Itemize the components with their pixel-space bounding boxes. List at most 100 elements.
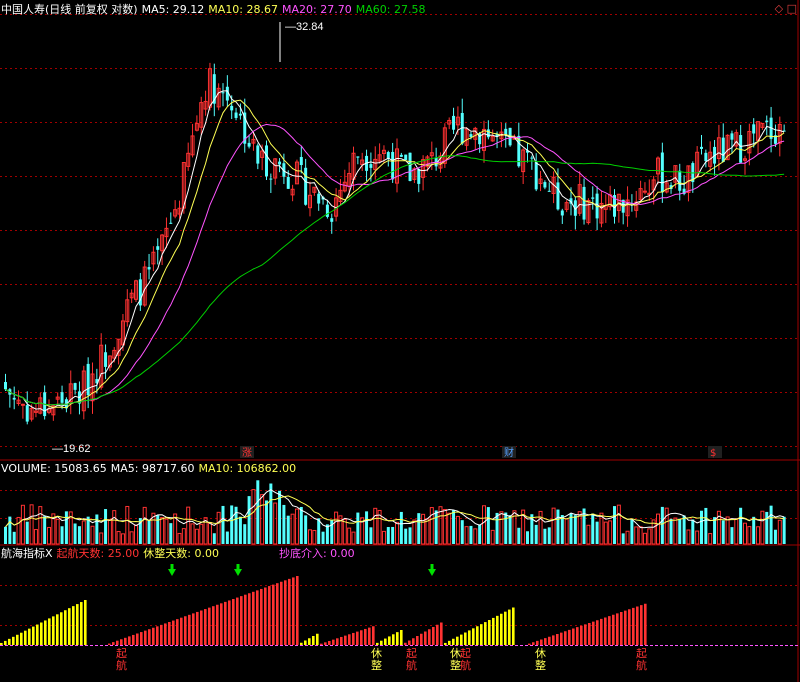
indicator-bar bbox=[188, 614, 191, 645]
volume-bar bbox=[8, 516, 12, 544]
volume-bar bbox=[365, 511, 369, 544]
indicator-header: 航海指标X 起航天数: 25.00 休整天数: 0.00 抄底介入: 0.00 bbox=[1, 547, 359, 561]
window-control-icons[interactable]: ◇ □ bbox=[775, 2, 797, 15]
volume-bar bbox=[395, 521, 399, 545]
indicator-bar bbox=[112, 642, 115, 645]
volume-header: VOLUME: 15083.65 MA5: 98717.60 MA10: 10686… bbox=[1, 462, 300, 476]
volume-bar bbox=[265, 500, 268, 544]
candle-body bbox=[469, 134, 473, 137]
indicator-bar bbox=[456, 636, 459, 645]
candle-body bbox=[399, 154, 403, 157]
volume-bar bbox=[664, 507, 669, 545]
candle-body bbox=[752, 124, 756, 134]
indicator-bar bbox=[224, 601, 227, 645]
volume-bar bbox=[447, 512, 452, 545]
ma60-line bbox=[5, 155, 785, 406]
indicator-bar bbox=[140, 632, 143, 645]
volume-bar bbox=[499, 511, 504, 545]
indicator-bar bbox=[8, 638, 11, 645]
indicator-bar bbox=[552, 635, 555, 645]
volume-bar bbox=[64, 511, 68, 544]
indicator-bar bbox=[256, 590, 259, 645]
volume-bar bbox=[312, 529, 317, 545]
indicator-bar bbox=[144, 630, 147, 645]
candle-body bbox=[4, 382, 7, 390]
indicator-bar bbox=[76, 604, 79, 645]
candle-body bbox=[286, 176, 290, 189]
indicator-bar bbox=[116, 640, 119, 645]
indicator-bar bbox=[284, 580, 287, 645]
indicator-bar bbox=[20, 632, 23, 645]
volume-bar bbox=[708, 533, 713, 545]
indicator-bar bbox=[568, 629, 571, 645]
indicator-bar bbox=[228, 600, 231, 645]
indicator-bar bbox=[476, 626, 479, 645]
candle-body bbox=[704, 152, 708, 162]
chaodi-legend: 抄底介入: 0.00 bbox=[278, 547, 355, 560]
volume-bar bbox=[686, 529, 691, 545]
volume-bar bbox=[129, 531, 134, 545]
volume-bar bbox=[495, 512, 499, 544]
volume-bar bbox=[782, 516, 786, 544]
volume-bar bbox=[134, 524, 138, 545]
volume-bar bbox=[625, 530, 630, 545]
volume-bar bbox=[478, 524, 482, 544]
volume-bar bbox=[104, 509, 108, 544]
indicator-bar bbox=[308, 638, 311, 645]
stock-chart[interactable]: —32.84—19.62 涨财 $起航休整起航休整起航休整起航 bbox=[0, 0, 800, 682]
volume-bar bbox=[247, 496, 251, 544]
volume-bar bbox=[455, 515, 460, 545]
candle-body bbox=[582, 186, 586, 220]
candle-body bbox=[304, 167, 308, 205]
volume-bar bbox=[243, 524, 247, 544]
indicator-bar bbox=[388, 636, 391, 645]
volume-bar bbox=[334, 511, 339, 545]
indicator-bar bbox=[316, 633, 319, 645]
ma10-legend: MA10: 28.67 bbox=[208, 3, 279, 16]
volume-bar bbox=[269, 483, 273, 544]
indicator-bar bbox=[60, 612, 63, 645]
indicator-bar bbox=[192, 613, 195, 645]
indicator-bars bbox=[0, 576, 647, 645]
indicator-bar bbox=[36, 624, 39, 645]
indicator-bar bbox=[420, 633, 423, 645]
volume-bar bbox=[730, 527, 734, 544]
buy-arrow-stem bbox=[236, 564, 240, 570]
volume-bar bbox=[160, 517, 165, 545]
indicator-bar bbox=[592, 621, 595, 645]
volume-bar bbox=[739, 507, 743, 544]
indicator-bar bbox=[484, 622, 487, 645]
indicator-bar bbox=[372, 626, 375, 645]
candle-body bbox=[560, 210, 564, 216]
candle-body bbox=[660, 152, 664, 193]
indicator-bar bbox=[72, 606, 75, 645]
volume-bar bbox=[634, 526, 639, 545]
volume-bar bbox=[660, 506, 664, 544]
indicator-bar bbox=[296, 576, 299, 645]
volume-bar bbox=[504, 512, 508, 544]
buy-arrow-icon bbox=[168, 569, 176, 576]
volume-bar bbox=[765, 511, 769, 544]
signal-label-xiuzheng: 整 bbox=[535, 658, 546, 672]
candle-body bbox=[330, 218, 334, 222]
indicator-bar bbox=[264, 587, 267, 645]
indicator-bar bbox=[84, 600, 87, 645]
volume-bar bbox=[16, 516, 21, 545]
candle-body bbox=[12, 397, 16, 400]
indicator-bar bbox=[412, 638, 415, 645]
stock-title: 中国人寿(日线 前复权 对数) bbox=[1, 3, 138, 16]
volume-bar bbox=[560, 515, 564, 544]
indicator-bar bbox=[68, 608, 71, 645]
volume-bar bbox=[95, 514, 99, 544]
indicator-bar bbox=[212, 606, 215, 645]
indicator-bar bbox=[48, 618, 51, 645]
volume-bar bbox=[116, 531, 121, 545]
volume-bar bbox=[564, 518, 569, 545]
volume-bar bbox=[356, 512, 360, 544]
candle-body bbox=[765, 120, 769, 123]
volume-bar bbox=[551, 507, 556, 545]
volume-bar bbox=[691, 519, 695, 544]
volume-bar bbox=[700, 510, 703, 544]
signal-label-xiuzheng: 整 bbox=[371, 658, 382, 672]
indicator-name: 航海指标X bbox=[1, 547, 53, 560]
